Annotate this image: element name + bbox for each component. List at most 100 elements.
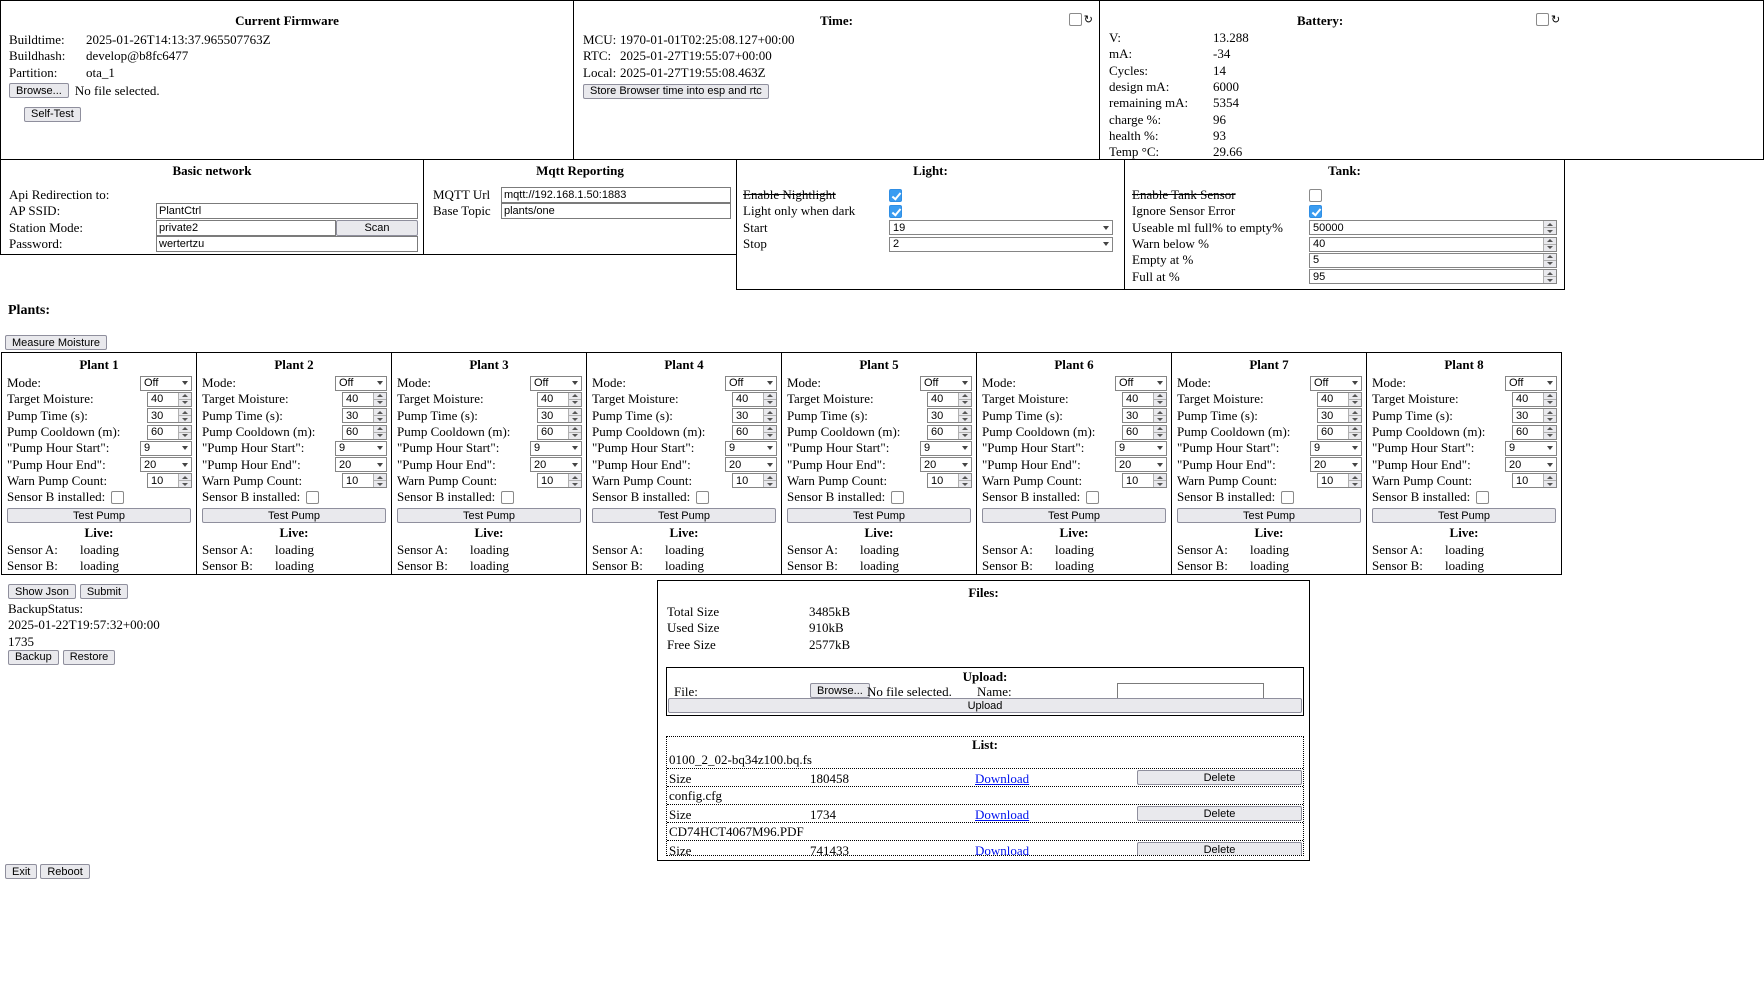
test-pump-button[interactable]: Test Pump <box>397 508 581 523</box>
spin-down-icon[interactable] <box>959 400 971 406</box>
ignore-sensor-error-checkbox[interactable] <box>1309 205 1322 218</box>
station-mode-input[interactable] <box>156 220 336 236</box>
target-moisture-input[interactable]: 40 <box>1122 392 1167 407</box>
spin-down-icon[interactable] <box>179 400 191 406</box>
target-moisture-input[interactable]: 40 <box>537 392 582 407</box>
test-pump-button[interactable]: Test Pump <box>982 508 1166 523</box>
warn-pump-count-input[interactable]: 10 <box>732 473 777 488</box>
show-json-button[interactable]: Show Json <box>8 584 76 599</box>
warn-pump-count-input[interactable]: 10 <box>927 473 972 488</box>
pump-time-input[interactable]: 30 <box>1122 408 1167 423</box>
pump-hour-start-select[interactable]: 9 <box>1310 441 1362 456</box>
spin-up-icon[interactable] <box>764 393 776 400</box>
spinner-icon[interactable] <box>763 474 776 487</box>
ap-ssid-input[interactable] <box>156 203 418 219</box>
spin-up-icon[interactable] <box>374 426 386 433</box>
test-pump-button[interactable]: Test Pump <box>787 508 971 523</box>
spin-down-icon[interactable] <box>374 416 386 422</box>
spinner-icon[interactable] <box>1543 409 1556 422</box>
spin-up-icon[interactable] <box>1349 393 1361 400</box>
spin-down-icon[interactable] <box>1154 416 1166 422</box>
spinner-icon[interactable] <box>373 426 386 439</box>
spin-down-icon[interactable] <box>1544 245 1556 251</box>
scan-button[interactable]: Scan <box>336 220 418 236</box>
pump-hour-end-select[interactable]: 20 <box>1310 457 1362 472</box>
sensor-b-installed-checkbox[interactable] <box>1086 491 1099 504</box>
mode-select[interactable]: Off <box>1310 376 1362 391</box>
spinner-icon[interactable] <box>1153 409 1166 422</box>
tank-number-input[interactable]: 5 <box>1309 253 1557 268</box>
spinner-icon[interactable] <box>763 426 776 439</box>
pump-hour-end-select[interactable]: 20 <box>1505 457 1557 472</box>
pump-hour-start-select[interactable]: 9 <box>1505 441 1557 456</box>
spin-up-icon[interactable] <box>374 409 386 416</box>
spinner-icon[interactable] <box>373 393 386 406</box>
mode-select[interactable]: Off <box>920 376 972 391</box>
restore-button[interactable]: Restore <box>63 650 116 665</box>
measure-moisture-button[interactable]: Measure Moisture <box>5 335 107 350</box>
mode-select[interactable]: Off <box>1505 376 1557 391</box>
reboot-button[interactable]: Reboot <box>40 864 89 879</box>
spin-down-icon[interactable] <box>764 433 776 439</box>
spinner-icon[interactable] <box>373 409 386 422</box>
spin-up-icon[interactable] <box>1544 393 1556 400</box>
upload-browse-button[interactable]: Browse... <box>810 683 870 698</box>
pump-hour-start-select[interactable]: 9 <box>725 441 777 456</box>
spin-up-icon[interactable] <box>1349 474 1361 481</box>
spin-down-icon[interactable] <box>959 481 971 487</box>
spin-up-icon[interactable] <box>569 393 581 400</box>
sensor-b-installed-checkbox[interactable] <box>111 491 124 504</box>
spin-down-icon[interactable] <box>1544 400 1556 406</box>
spin-down-icon[interactable] <box>764 400 776 406</box>
refresh-icon[interactable]: ↻ <box>1551 13 1560 26</box>
spin-up-icon[interactable] <box>1349 426 1361 433</box>
spinner-icon[interactable] <box>1543 393 1556 406</box>
pump-time-input[interactable]: 30 <box>537 408 582 423</box>
store-browser-time-button[interactable]: Store Browser time into esp and rtc <box>583 84 769 99</box>
warn-pump-count-input[interactable]: 10 <box>342 473 387 488</box>
sensor-b-installed-checkbox[interactable] <box>1281 491 1294 504</box>
spinner-icon[interactable] <box>178 474 191 487</box>
spin-down-icon[interactable] <box>374 433 386 439</box>
mode-select[interactable]: Off <box>140 376 192 391</box>
spinner-icon[interactable] <box>1348 474 1361 487</box>
exit-button[interactable]: Exit <box>5 864 37 879</box>
spinner-icon[interactable] <box>568 409 581 422</box>
spin-down-icon[interactable] <box>764 481 776 487</box>
spin-up-icon[interactable] <box>1544 270 1556 277</box>
light-stop-select[interactable]: 2 <box>889 237 1113 252</box>
spin-up-icon[interactable] <box>1154 426 1166 433</box>
spin-down-icon[interactable] <box>1544 261 1556 267</box>
sensor-b-installed-checkbox[interactable] <box>891 491 904 504</box>
warn-pump-count-input[interactable]: 10 <box>537 473 582 488</box>
spinner-icon[interactable] <box>763 409 776 422</box>
spin-down-icon[interactable] <box>1544 277 1556 283</box>
mode-select[interactable]: Off <box>335 376 387 391</box>
pump-time-input[interactable]: 30 <box>732 408 777 423</box>
spinner-icon[interactable] <box>1153 426 1166 439</box>
pump-cooldown-input[interactable]: 60 <box>147 425 192 440</box>
pump-hour-start-select[interactable]: 9 <box>1115 441 1167 456</box>
spin-up-icon[interactable] <box>1154 393 1166 400</box>
spin-up-icon[interactable] <box>1154 474 1166 481</box>
enable-tank-sensor-checkbox[interactable] <box>1309 189 1322 202</box>
spinner-icon[interactable] <box>1543 238 1556 251</box>
spin-down-icon[interactable] <box>1544 433 1556 439</box>
spinner-icon[interactable] <box>958 426 971 439</box>
spin-down-icon[interactable] <box>1349 481 1361 487</box>
warn-pump-count-input[interactable]: 10 <box>1317 473 1362 488</box>
spinner-icon[interactable] <box>568 426 581 439</box>
target-moisture-input[interactable]: 40 <box>732 392 777 407</box>
spin-up-icon[interactable] <box>569 409 581 416</box>
pump-time-input[interactable]: 30 <box>342 408 387 423</box>
submit-button[interactable]: Submit <box>80 584 128 599</box>
spin-down-icon[interactable] <box>1544 481 1556 487</box>
spinner-icon[interactable] <box>568 393 581 406</box>
tank-number-input[interactable]: 40 <box>1309 237 1557 252</box>
pump-time-input[interactable]: 30 <box>1317 408 1362 423</box>
backup-button[interactable]: Backup <box>8 650 59 665</box>
pump-hour-end-select[interactable]: 20 <box>725 457 777 472</box>
spinner-icon[interactable] <box>1543 221 1556 234</box>
pump-hour-end-select[interactable]: 20 <box>1115 457 1167 472</box>
spin-up-icon[interactable] <box>959 409 971 416</box>
